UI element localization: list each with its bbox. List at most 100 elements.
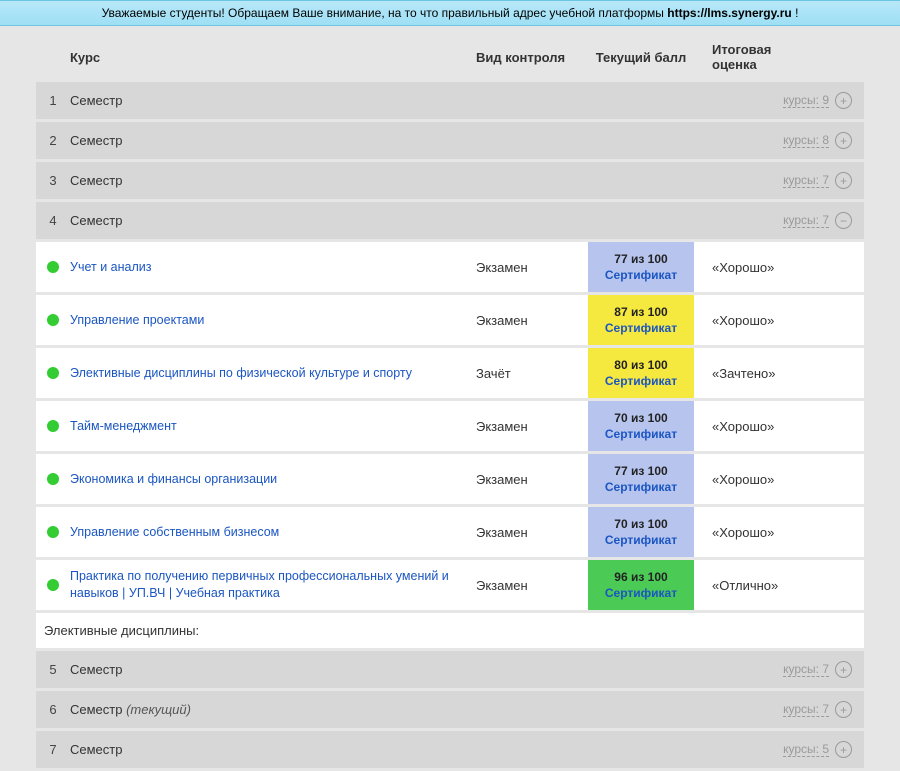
semester-course-count: курсы: 7 (783, 702, 829, 717)
score-badge: 87 из 100 Сертификат (588, 295, 694, 345)
semester-current-tag: (текущий) (126, 702, 191, 717)
header-control: Вид контроля (476, 50, 588, 65)
status-cell (36, 560, 70, 610)
semester-number: 6 (36, 702, 70, 717)
score-value: 77 из 100 (614, 464, 667, 478)
semester-row-7[interactable]: 7 Семестр курсы: 5 + (36, 731, 864, 768)
grades-container: Курс Вид контроля Текущий балл Итоговая … (0, 26, 900, 768)
control-type: Экзамен (476, 242, 588, 292)
control-type: Экзамен (476, 560, 588, 610)
score-value: 70 из 100 (614, 411, 667, 425)
elective-section-label: Элективные дисциплины: (36, 613, 864, 648)
expand-icon[interactable]: + (835, 132, 852, 149)
score-value: 96 из 100 (614, 570, 667, 584)
banner-url: https://lms.synergy.ru (667, 6, 791, 20)
control-type: Экзамен (476, 454, 588, 504)
certificate-link[interactable]: Сертификат (605, 480, 677, 494)
semester-row-2[interactable]: 2 Семестр курсы: 8 + (36, 122, 864, 159)
collapse-icon[interactable]: − (835, 212, 852, 229)
banner-text-post: ! (792, 6, 799, 20)
score-badge: 70 из 100 Сертификат (588, 401, 694, 451)
score-value: 87 из 100 (614, 305, 667, 319)
control-type: Экзамен (476, 401, 588, 451)
semester-row-4[interactable]: 4 Семестр курсы: 7 − (36, 202, 864, 239)
certificate-link[interactable]: Сертификат (605, 586, 677, 600)
status-dot-icon (47, 261, 59, 273)
expand-icon[interactable]: + (835, 741, 852, 758)
semester-row-5[interactable]: 5 Семестр курсы: 7 + (36, 651, 864, 688)
course-link[interactable]: Тайм-менеджмент (70, 418, 177, 435)
status-dot-icon (47, 367, 59, 379)
semester-number: 3 (36, 173, 70, 188)
semester-course-count: курсы: 9 (783, 93, 829, 108)
notice-banner: Уважаемые студенты! Обращаем Ваше вниман… (0, 0, 900, 26)
control-type: Экзамен (476, 295, 588, 345)
final-grade: «Хорошо» (694, 454, 834, 504)
score-value: 70 из 100 (614, 517, 667, 531)
semester-course-count: курсы: 7 (783, 173, 829, 188)
score-value: 80 из 100 (614, 358, 667, 372)
course-row: Учет и анализ Экзамен 77 из 100 Сертифик… (36, 242, 864, 292)
semester-label: Семестр (70, 173, 783, 188)
course-row: Управление собственным бизнесом Экзамен … (36, 507, 864, 557)
course-link[interactable]: Учет и анализ (70, 259, 151, 276)
control-type: Зачёт (476, 348, 588, 398)
course-row: Управление проектами Экзамен 87 из 100 С… (36, 295, 864, 345)
semester-number: 7 (36, 742, 70, 757)
semester-label: Семестр (70, 133, 783, 148)
certificate-link[interactable]: Сертификат (605, 427, 677, 441)
semester-course-count: курсы: 7 (783, 662, 829, 677)
status-dot-icon (47, 314, 59, 326)
semester-course-count: курсы: 8 (783, 133, 829, 148)
status-dot-icon (47, 526, 59, 538)
status-cell (36, 507, 70, 557)
course-link[interactable]: Элективные дисциплины по физической куль… (70, 365, 412, 382)
course-row: Практика по получению первичных професси… (36, 560, 864, 610)
status-cell (36, 454, 70, 504)
score-value: 77 из 100 (614, 252, 667, 266)
semester-row-1[interactable]: 1 Семестр курсы: 9 + (36, 82, 864, 119)
course-link[interactable]: Управление собственным бизнесом (70, 524, 279, 541)
semester-number: 4 (36, 213, 70, 228)
expand-icon[interactable]: + (835, 92, 852, 109)
semester-label: Семестр (70, 93, 783, 108)
certificate-link[interactable]: Сертификат (605, 533, 677, 547)
course-link[interactable]: Управление проектами (70, 312, 204, 329)
status-cell (36, 401, 70, 451)
status-dot-icon (47, 473, 59, 485)
header-score: Текущий балл (588, 50, 694, 65)
table-header: Курс Вид контроля Текущий балл Итоговая … (36, 34, 864, 82)
semester-number: 5 (36, 662, 70, 677)
final-grade: «Зачтено» (694, 348, 834, 398)
final-grade: «Отлично» (694, 560, 834, 610)
semester-number: 2 (36, 133, 70, 148)
expand-icon[interactable]: + (835, 661, 852, 678)
score-badge: 70 из 100 Сертификат (588, 507, 694, 557)
status-dot-icon (47, 579, 59, 591)
banner-text-pre: Уважаемые студенты! Обращаем Ваше вниман… (102, 6, 668, 20)
status-dot-icon (47, 420, 59, 432)
semester-label: Семестр (текущий) (70, 702, 783, 717)
semester-course-count: курсы: 5 (783, 742, 829, 757)
semester-label: Семестр (70, 742, 783, 757)
course-link[interactable]: Практика по получению первичных професси… (70, 568, 466, 602)
certificate-link[interactable]: Сертификат (605, 374, 677, 388)
course-row: Элективные дисциплины по физической куль… (36, 348, 864, 398)
final-grade: «Хорошо» (694, 507, 834, 557)
semester-row-6[interactable]: 6 Семестр (текущий) курсы: 7 + (36, 691, 864, 728)
course-row: Экономика и финансы организации Экзамен … (36, 454, 864, 504)
header-course: Курс (36, 50, 476, 65)
expand-icon[interactable]: + (835, 701, 852, 718)
score-badge: 96 из 100 Сертификат (588, 560, 694, 610)
score-badge: 80 из 100 Сертификат (588, 348, 694, 398)
course-link[interactable]: Экономика и финансы организации (70, 471, 277, 488)
certificate-link[interactable]: Сертификат (605, 321, 677, 335)
semester-row-3[interactable]: 3 Семестр курсы: 7 + (36, 162, 864, 199)
expand-icon[interactable]: + (835, 172, 852, 189)
score-badge: 77 из 100 Сертификат (588, 454, 694, 504)
certificate-link[interactable]: Сертификат (605, 268, 677, 282)
status-cell (36, 348, 70, 398)
score-badge: 77 из 100 Сертификат (588, 242, 694, 292)
status-cell (36, 295, 70, 345)
control-type: Экзамен (476, 507, 588, 557)
